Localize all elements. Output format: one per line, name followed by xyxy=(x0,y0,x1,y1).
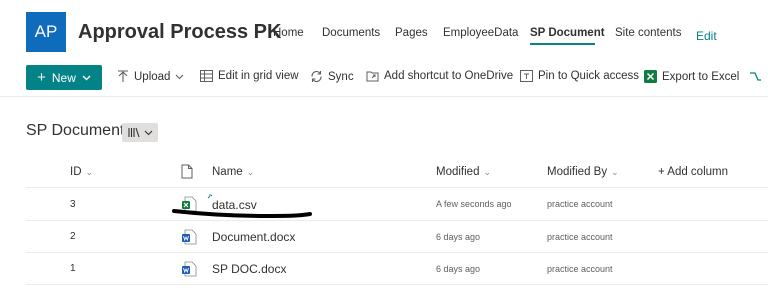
hand-drawn-underline-annotation xyxy=(172,209,312,219)
pin-icon xyxy=(520,70,533,82)
row-divider xyxy=(26,284,768,285)
add-shortcut-label: Add shortcut to OneDrive xyxy=(384,70,514,82)
column-header-id[interactable]: ID ⌄ xyxy=(70,166,93,178)
modified-cell: 6 days ago xyxy=(436,232,481,242)
nav-item-home[interactable]: Home xyxy=(273,27,304,39)
export-to-excel-button[interactable]: Export to Excel xyxy=(644,70,739,83)
site-logo[interactable]: AP xyxy=(26,12,66,52)
row-divider xyxy=(26,252,768,253)
excel-icon xyxy=(644,70,657,83)
word-icon[interactable] xyxy=(181,229,197,245)
modified-by-cell[interactable]: practice account xyxy=(547,232,613,242)
export-to-excel-label: Export to Excel xyxy=(662,70,740,83)
modified-by-cell[interactable]: practice account xyxy=(547,264,613,274)
column-header-name-label: Name xyxy=(212,166,243,178)
new-button-label: New xyxy=(51,70,76,85)
column-header-modified[interactable]: Modified ⌄ xyxy=(436,166,491,178)
header-divider xyxy=(26,187,768,188)
modified-cell: 6 days ago xyxy=(436,264,481,274)
sync-button[interactable]: Sync xyxy=(310,70,354,83)
site-logo-initials: AP xyxy=(34,22,58,41)
modified-by-cell[interactable]: practice account xyxy=(547,199,613,209)
file-type-icon xyxy=(181,164,193,179)
chevron-down-icon: ⌄ xyxy=(246,167,255,177)
library-title: SP Document xyxy=(26,122,125,139)
nav-item-documents[interactable]: Documents xyxy=(322,27,380,39)
grid-icon xyxy=(200,70,213,82)
row-id: 2 xyxy=(70,231,76,242)
file-type-column-icon[interactable] xyxy=(181,164,193,182)
more-command-icon-button[interactable] xyxy=(749,70,762,83)
upload-icon xyxy=(118,70,128,82)
nav-active-indicator xyxy=(530,43,595,45)
chevron-down-icon xyxy=(82,75,91,80)
add-shortcut-icon xyxy=(366,71,379,82)
nav-edit-link[interactable]: Edit xyxy=(696,29,717,43)
new-button[interactable]: + New xyxy=(26,65,102,90)
modified-cell: A few seconds ago xyxy=(436,199,512,209)
nav-item-employeedata[interactable]: EmployeeData xyxy=(443,27,518,39)
chevron-down-icon: ⌄ xyxy=(85,167,94,177)
file-name-link[interactable]: SP DOC.docx xyxy=(212,262,286,276)
column-header-id-label: ID xyxy=(70,166,82,178)
sync-icon xyxy=(311,70,322,83)
word-icon[interactable] xyxy=(181,261,197,277)
add-shortcut-button[interactable]: Add shortcut to OneDrive xyxy=(366,70,513,82)
column-header-modified-label: Modified xyxy=(436,166,480,178)
nav-item-pages[interactable]: Pages xyxy=(395,27,428,39)
upload-button[interactable]: Upload xyxy=(117,70,184,84)
edit-in-grid-view-label: Edit in grid view xyxy=(218,70,299,82)
flow-icon xyxy=(750,72,761,81)
library-view-icon xyxy=(127,127,140,138)
chevron-down-icon: ⌄ xyxy=(611,167,619,177)
nav-item-sp-document[interactable]: SP Document xyxy=(530,27,605,39)
sync-label: Sync xyxy=(328,70,354,83)
row-divider xyxy=(26,220,768,221)
view-switcher-button[interactable] xyxy=(122,123,158,142)
site-title[interactable]: Approval Process PK xyxy=(78,21,281,44)
nav-item-site-contents[interactable]: Site contents xyxy=(615,27,681,39)
row-id: 1 xyxy=(70,263,76,274)
plus-icon: + xyxy=(37,69,46,86)
command-bar-divider xyxy=(0,96,768,97)
edit-in-grid-view-button[interactable]: Edit in grid view xyxy=(200,70,299,82)
file-name-link[interactable]: Document.docx xyxy=(212,230,295,244)
column-header-modified-by-label: Modified By xyxy=(547,166,608,178)
row-id: 3 xyxy=(70,199,76,210)
column-header-name[interactable]: Name ⌄ xyxy=(212,166,254,178)
chevron-down-icon: ⌄ xyxy=(483,167,492,177)
column-header-modified-by[interactable]: Modified By ⌄ xyxy=(547,166,619,178)
chevron-down-icon xyxy=(144,130,152,135)
pin-to-quick-access-button[interactable]: Pin to Quick access xyxy=(520,70,639,82)
upload-label: Upload xyxy=(134,71,171,83)
pin-to-quick-access-label: Pin to Quick access xyxy=(538,70,639,82)
add-column-button[interactable]: + Add column xyxy=(658,166,728,178)
chevron-down-icon xyxy=(176,74,184,80)
